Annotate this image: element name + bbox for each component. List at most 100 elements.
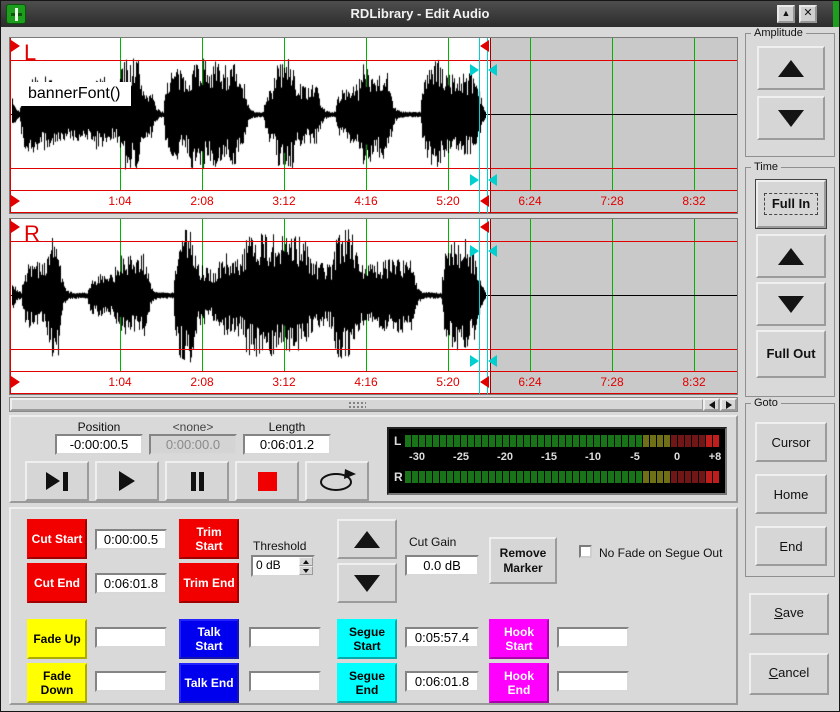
meter-right-label: R — [394, 470, 403, 484]
hook-end-button[interactable]: Hook End — [489, 663, 549, 703]
time-label: 2:08 — [190, 194, 213, 208]
threshold-label: Threshold — [253, 539, 306, 553]
marker-readout-value: 0:00:00.0 — [149, 434, 237, 455]
hook-start-button[interactable]: Hook Start — [489, 619, 549, 659]
cut-start-line[interactable] — [10, 219, 11, 394]
talk-start-button[interactable]: Talk Start — [179, 619, 239, 659]
down-arrow-icon — [354, 575, 380, 592]
gain-up-button[interactable] — [337, 519, 397, 559]
time-group: Time Full In Full Out — [745, 167, 835, 397]
meter-scale-label: +8 — [709, 451, 722, 463]
waveform-panel-right[interactable]: R 1:042:083:124:165:206:247:288:32 — [9, 218, 738, 395]
segue-end-button[interactable]: Segue End — [337, 663, 397, 703]
spin-up-button[interactable] — [299, 557, 313, 566]
close-button[interactable]: ✕ — [799, 5, 817, 23]
down-arrow-icon — [778, 110, 804, 127]
transport-panel: Position -0:00:00.5 <none> 0:00:00.0 Len… — [9, 415, 738, 503]
segue-end-field[interactable]: 0:06:01.8 — [405, 671, 479, 692]
out-of-cut-region — [490, 38, 737, 213]
cut-start-marker[interactable] — [11, 221, 20, 233]
cut-start-marker[interactable] — [11, 40, 20, 52]
segue-start-field[interactable]: 0:05:57.4 — [405, 627, 479, 648]
cancel-button[interactable]: Cancel — [749, 653, 829, 695]
segue-end-marker[interactable] — [488, 174, 497, 186]
stop-button[interactable] — [235, 461, 299, 501]
cut-gain-field[interactable]: 0.0 dB — [405, 555, 479, 576]
audio-level-meter: L -30-25-20-15-10-50+8 R — [387, 427, 727, 495]
edit-audio-window: RDLibrary - Edit Audio ▲ ✕ L bannerFont(… — [0, 0, 840, 712]
pause-button[interactable] — [165, 461, 229, 501]
waveform-panel-left[interactable]: L bannerFont() 1:042:083:124:165:206:247… — [9, 37, 738, 214]
fade-down-button[interactable]: Fade Down — [27, 663, 87, 703]
meter-scale-label: 0 — [674, 451, 680, 463]
cut-end-field[interactable]: 0:06:01.8 — [95, 573, 167, 594]
scroll-right-button[interactable] — [720, 398, 737, 411]
fade-up-button[interactable]: Fade Up — [27, 619, 87, 659]
scroll-left-button[interactable] — [703, 398, 720, 411]
loop-icon — [317, 469, 357, 493]
meter-scale-label: -20 — [497, 451, 513, 463]
hook-end-field[interactable] — [557, 671, 629, 692]
meter-scale-label: -5 — [630, 451, 640, 463]
hook-start-field[interactable] — [557, 627, 629, 648]
amplitude-down-button[interactable] — [757, 96, 825, 140]
out-of-cut-region — [490, 219, 737, 394]
save-button[interactable]: Save — [749, 593, 829, 635]
segue-start-marker[interactable] — [470, 245, 479, 257]
cut-end-marker[interactable] — [480, 40, 489, 52]
meter-scale-label: -30 — [409, 451, 425, 463]
talk-start-field[interactable] — [249, 627, 321, 648]
play-button[interactable] — [95, 461, 159, 501]
time-label: 3:12 — [272, 375, 295, 389]
trim-start-button[interactable]: Trim Start — [179, 519, 239, 559]
loop-button[interactable] — [305, 461, 369, 501]
spin-down-button[interactable] — [299, 566, 313, 575]
no-fade-checkbox[interactable] — [579, 545, 592, 558]
segue-start-marker[interactable] — [470, 355, 479, 367]
full-out-button[interactable]: Full Out — [756, 330, 826, 378]
time-label: 7:28 — [600, 375, 623, 389]
up-arrow-icon — [354, 531, 380, 548]
segue-end-marker[interactable] — [488, 355, 497, 367]
cut-end-marker[interactable] — [480, 221, 489, 233]
cut-start-line[interactable] — [10, 38, 11, 213]
talk-end-button[interactable]: Talk End — [179, 663, 239, 703]
channel-label-left: L — [24, 40, 36, 66]
goto-cursor-button[interactable]: Cursor — [755, 422, 827, 462]
segue-start-line[interactable] — [479, 38, 480, 213]
talk-end-field[interactable] — [249, 671, 321, 692]
full-in-label: Full In — [764, 193, 818, 215]
titlebar[interactable]: RDLibrary - Edit Audio ▲ ✕ — [1, 1, 839, 27]
segue-end-marker[interactable] — [488, 245, 497, 257]
play-from-start-button[interactable] — [25, 461, 89, 501]
time-zoom-out-button[interactable] — [756, 282, 826, 326]
segue-end-marker[interactable] — [488, 64, 497, 76]
segue-start-marker[interactable] — [470, 174, 479, 186]
meter-scale: -30-25-20-15-10-50+8 — [389, 451, 725, 465]
goto-end-button[interactable]: End — [755, 526, 827, 566]
cut-start-button[interactable]: Cut Start — [27, 519, 87, 559]
goto-group-title: Goto — [751, 397, 781, 409]
segue-start-button[interactable]: Segue Start — [337, 619, 397, 659]
cut-start-field[interactable]: 0:00:00.5 — [95, 529, 167, 550]
shade-button[interactable]: ▲ — [777, 5, 795, 23]
time-zoom-in-button[interactable] — [756, 234, 826, 278]
gain-down-button[interactable] — [337, 563, 397, 603]
waveform-scrollbar[interactable] — [9, 397, 738, 412]
time-label: 7:28 — [600, 194, 623, 208]
fade-up-field[interactable] — [95, 627, 167, 648]
full-in-button[interactable]: Full In — [756, 180, 826, 228]
cut-end-button[interactable]: Cut End — [27, 563, 87, 603]
scrollbar-thumb[interactable] — [10, 398, 704, 411]
window-title: RDLibrary - Edit Audio — [1, 6, 839, 21]
remove-marker-button[interactable]: Remove Marker — [489, 537, 557, 584]
fade-down-field[interactable] — [95, 671, 167, 692]
threshold-value[interactable]: 0 dB — [256, 558, 281, 572]
goto-home-button[interactable]: Home — [755, 474, 827, 514]
threshold-spinbox[interactable]: 0 dB — [251, 555, 315, 577]
segue-start-marker[interactable] — [470, 64, 479, 76]
trim-end-button[interactable]: Trim End — [179, 563, 239, 603]
time-label: 3:12 — [272, 194, 295, 208]
amplitude-up-button[interactable] — [757, 46, 825, 90]
segue-start-line[interactable] — [479, 219, 480, 394]
